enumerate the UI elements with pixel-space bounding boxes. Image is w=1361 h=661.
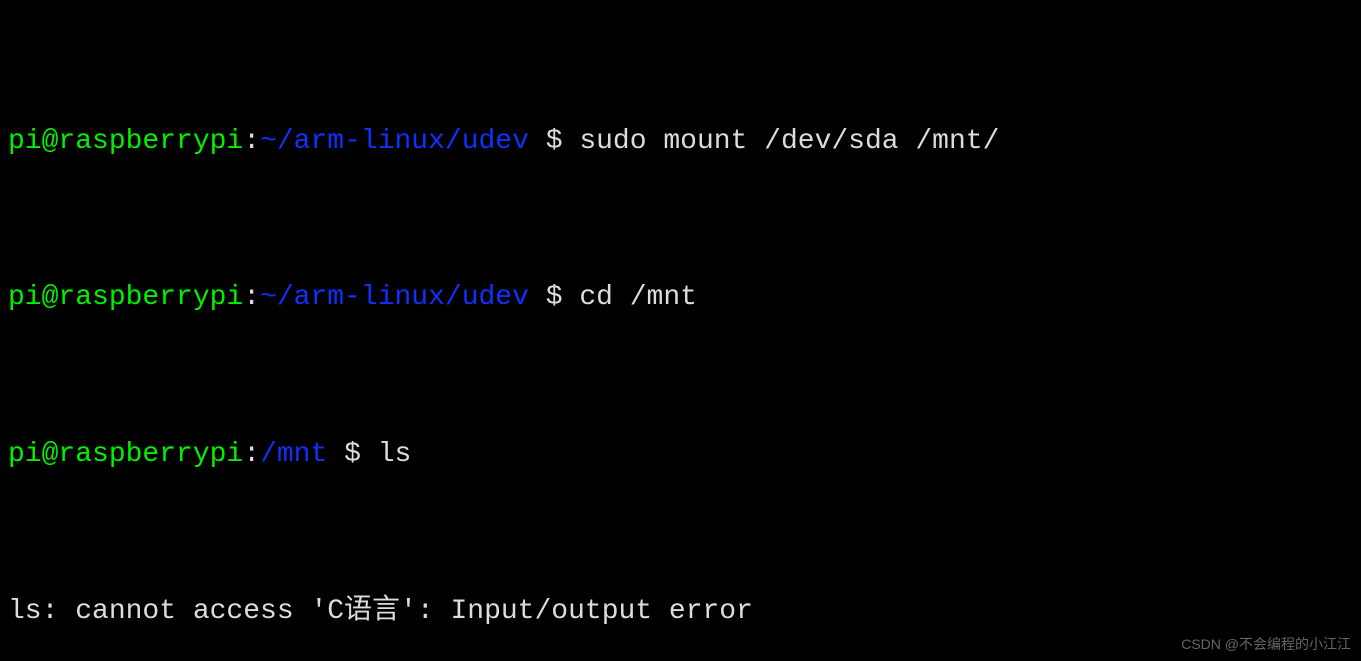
prompt-line: pi@raspberrypi:/mnt $ ls [8,435,1353,474]
command-text: cd /mnt [579,282,697,313]
terminal-output[interactable]: pi@raspberrypi:~/arm-linux/udev $ sudo m… [0,0,1361,661]
prompt-sep: : [243,126,260,157]
prompt-user: pi@raspberrypi [8,439,243,470]
prompt-path: /mnt [260,439,327,470]
watermark: CSDN @不会编程的小江江 [1181,635,1351,655]
error-line: ls: cannot access 'C语言': Input/output er… [8,592,1353,631]
command-text: ls [378,439,412,470]
prompt-dollar: $ [529,126,579,157]
prompt-user: pi@raspberrypi [8,126,243,157]
prompt-line: pi@raspberrypi:~/arm-linux/udev $ cd /mn… [8,278,1353,317]
prompt-line: pi@raspberrypi:~/arm-linux/udev $ sudo m… [8,122,1353,161]
prompt-path: ~/arm-linux/udev [260,282,529,313]
prompt-sep: : [243,282,260,313]
prompt-dollar: $ [327,439,377,470]
prompt-dollar: $ [529,282,579,313]
prompt-path: ~/arm-linux/udev [260,126,529,157]
prompt-sep: : [243,439,260,470]
command-text: sudo mount /dev/sda /mnt/ [579,126,999,157]
prompt-user: pi@raspberrypi [8,282,243,313]
